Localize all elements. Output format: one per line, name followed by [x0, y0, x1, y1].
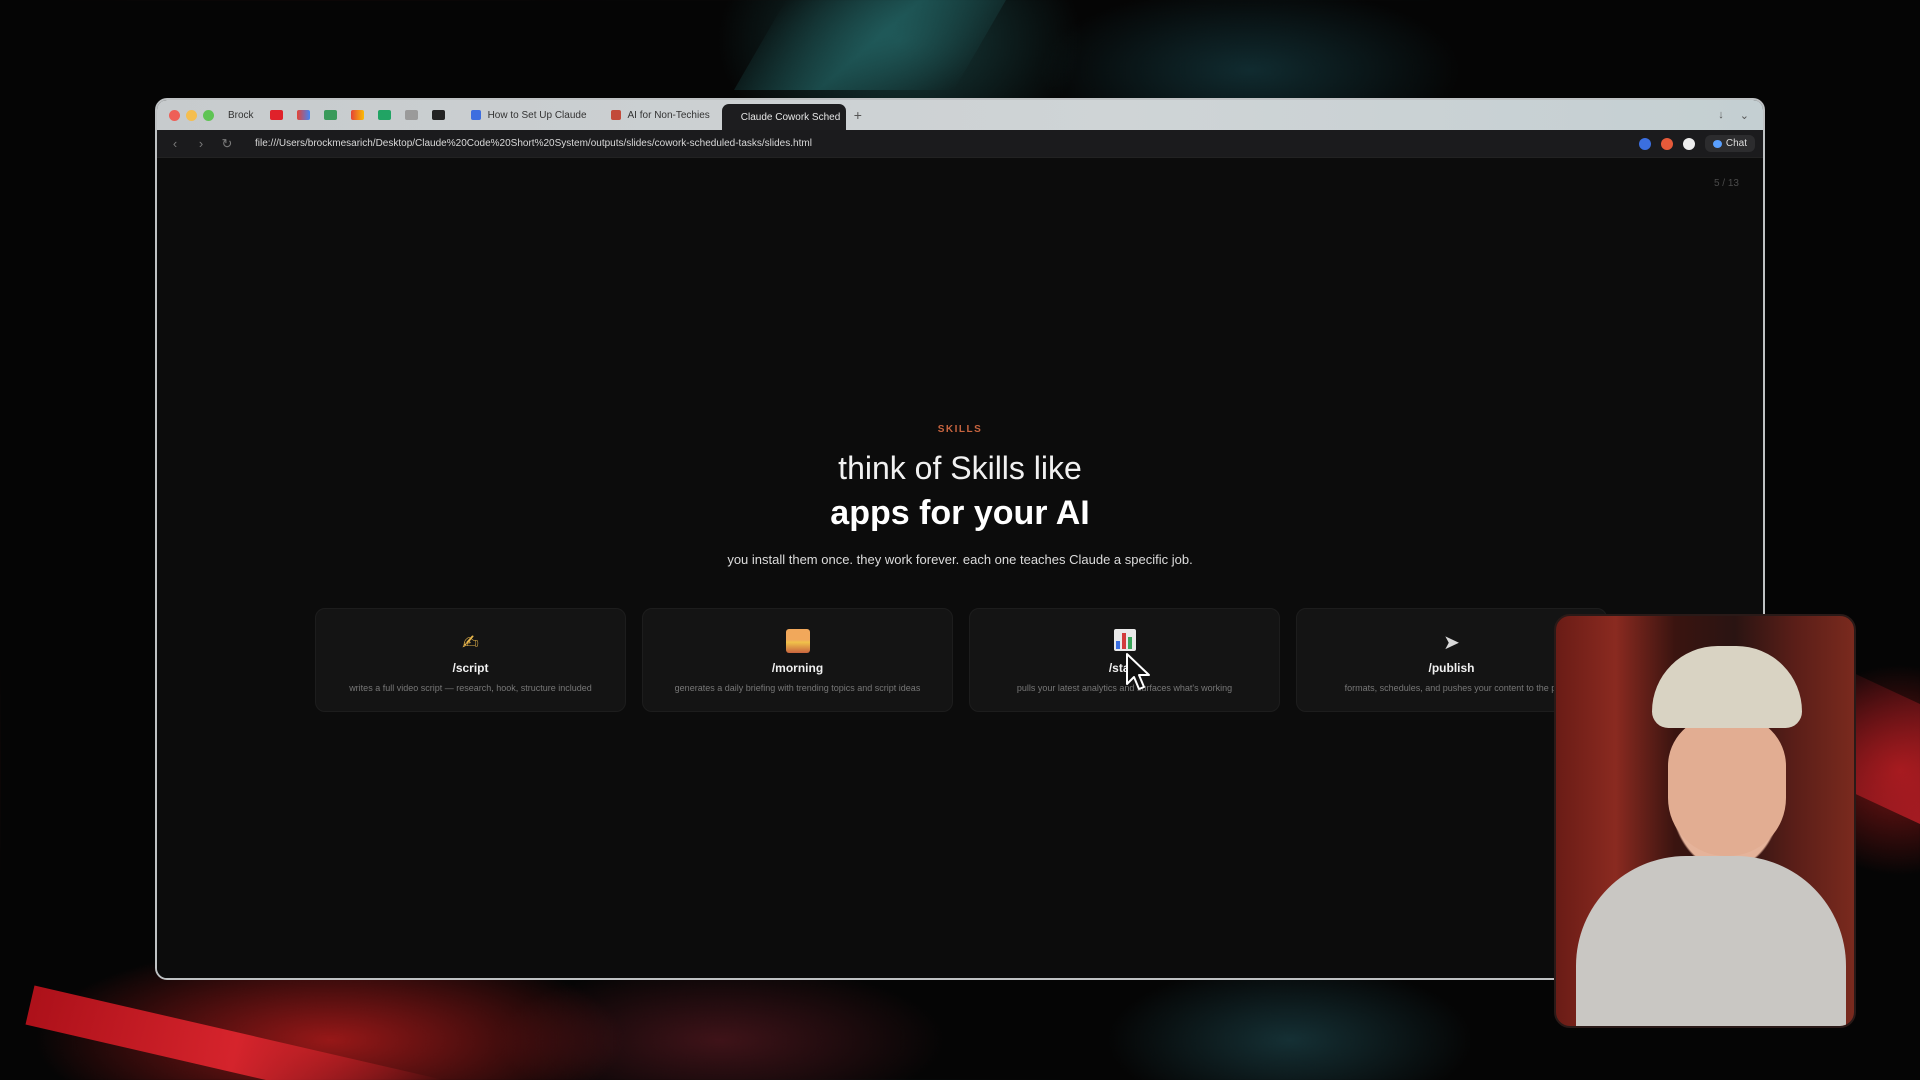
app-pinned-tab-icon[interactable]	[431, 110, 445, 120]
browser-window: Brock How to Set Up Claude AI for Non-Te…	[155, 98, 1765, 980]
skill-desc: writes a full video script — research, h…	[349, 683, 592, 693]
skill-card-script: ✍ /script writes a full video script — r…	[315, 608, 626, 712]
background-streak-teal	[734, 0, 1006, 90]
chat-button-label: Chat	[1725, 138, 1747, 149]
skill-card-morning: /morning generates a daily briefing with…	[642, 608, 953, 712]
window-controls	[169, 109, 214, 121]
back-arrow-icon[interactable]: ‹	[169, 136, 181, 151]
tab-bar-actions: ↓ ⌄	[1718, 109, 1749, 122]
writing-hand-icon: ✍	[462, 630, 479, 654]
download-icon[interactable]: ↓	[1718, 109, 1724, 122]
video-icon	[470, 110, 481, 120]
tab-bar: Brock How to Set Up Claude AI for Non-Te…	[157, 100, 1763, 130]
slide-title-light: think of Skills like	[838, 450, 1082, 486]
webcam-overlay	[1554, 614, 1856, 1028]
reload-icon[interactable]: ↻	[221, 136, 233, 152]
site-icon	[610, 110, 621, 120]
slide-title-bold: apps for your AI	[830, 494, 1090, 532]
forward-arrow-icon[interactable]: ›	[195, 136, 207, 151]
slide-eyebrow: SKILLS	[937, 424, 983, 435]
minimize-window-button[interactable]	[186, 109, 197, 121]
plus-pinned-tab-icon[interactable]	[377, 110, 391, 120]
chat-button[interactable]: Chat	[1704, 135, 1755, 152]
chevron-down-icon[interactable]: ⌄	[1740, 109, 1749, 122]
extension-icon[interactable]	[1638, 137, 1651, 150]
openai-extension-icon[interactable]	[1682, 137, 1695, 150]
skill-desc: generates a daily briefing with trending…	[674, 683, 921, 693]
skill-name: /morning	[771, 661, 824, 675]
tab-strip: How to Set Up Claude AI for Non-Techies …	[459, 100, 862, 130]
slide-content: 5 / 13 SKILLS think of Skills like apps …	[157, 158, 1763, 978]
url-field[interactable]: file:///Users/brockmesarich/Desktop/Clau…	[255, 138, 812, 149]
background-streak-red	[25, 985, 444, 1080]
tab-ai-for-non-techies[interactable]: AI for Non-Techies	[599, 100, 722, 130]
skill-name: /script	[452, 661, 489, 675]
new-tab-button[interactable]: +	[854, 107, 862, 123]
presenter-hoodie	[1576, 856, 1846, 1026]
maximize-window-button[interactable]	[203, 109, 214, 121]
slide-subtitle: you install them once. they work forever…	[727, 552, 1193, 567]
presenter-cap	[1652, 646, 1802, 728]
tab-label: How to Set Up Claude	[487, 109, 587, 121]
mouse-cursor-icon	[1126, 653, 1150, 690]
profile-label[interactable]: Brock	[228, 110, 254, 121]
claude-extension-icon[interactable]	[1660, 137, 1673, 150]
sheets-pinned-tab-icon[interactable]	[323, 110, 337, 120]
address-bar: ‹ › ↻ file:///Users/brockmesarich/Deskto…	[157, 130, 1763, 158]
presenter-face	[1668, 716, 1786, 856]
tab-claude-cowork-sched[interactable]: Claude Cowork Sched	[721, 104, 846, 130]
blank-pinned-tab-icon[interactable]	[404, 110, 418, 120]
tab-label: AI for Non-Techies	[627, 109, 710, 121]
slide-counter: 5 / 13	[1713, 178, 1739, 189]
close-window-button[interactable]	[169, 109, 180, 121]
sunrise-icon	[785, 629, 810, 653]
address-bar-extensions: Chat	[1638, 135, 1755, 152]
skill-cards: ✍ /script writes a full video script — r…	[315, 608, 1607, 712]
chat-bubble-icon	[1712, 139, 1722, 148]
gmail-pinned-tab-icon[interactable]	[296, 110, 310, 120]
tab-how-to-set-up-claude[interactable]: How to Set Up Claude	[459, 100, 599, 130]
gmail-pinned-tab-icon-2[interactable]	[350, 110, 364, 120]
tab-label: Claude Cowork Sched	[740, 111, 841, 123]
youtube-pinned-tab-icon[interactable]	[269, 110, 283, 120]
bar-chart-icon	[1113, 629, 1136, 651]
